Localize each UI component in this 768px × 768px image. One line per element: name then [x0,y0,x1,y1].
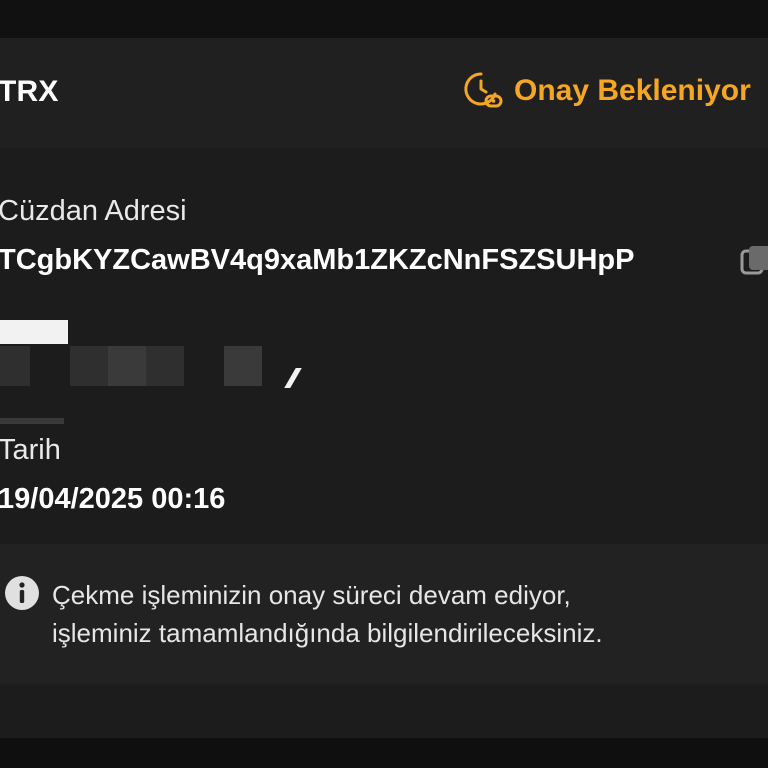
info-message-line: Çekme işleminizin onay süreci devam ediy… [52,580,571,610]
wallet-address-value: TCgbKYZCawBV4q9xaMb1ZKZcNnFSZSUHpP [0,244,635,276]
status-text: Onay Bekleniyor [514,74,751,107]
coin-symbol: TRX [0,75,59,108]
info-icon [5,576,39,610]
redacted-block [70,346,108,386]
status-badge: Onay Bekleniyor [462,66,751,116]
clock-pending-icon [464,72,503,108]
withdrawal-detail-screen: TRX Onay Bekleniyor Cüzdan Adresi TCgbKY… [0,0,768,768]
bottom-bar [0,738,768,768]
info-message-line: işleminiz tamamlandığında bilgilendirile… [52,618,603,648]
wallet-address-label: Cüzdan Adresi [0,195,187,227]
redacted-block [146,346,184,386]
date-label: Tarih [0,434,61,466]
date-value: 19/04/2025 00:16 [0,483,226,515]
redacted-block [224,346,262,386]
redacted-block [0,346,30,386]
top-bar [0,0,768,38]
info-message: Çekme işleminizin onay süreci devam ediy… [52,576,768,652]
redacted-divider [0,418,64,424]
redacted-amount-label [0,320,68,344]
copy-icon[interactable] [738,242,768,278]
redacted-block [108,346,146,386]
